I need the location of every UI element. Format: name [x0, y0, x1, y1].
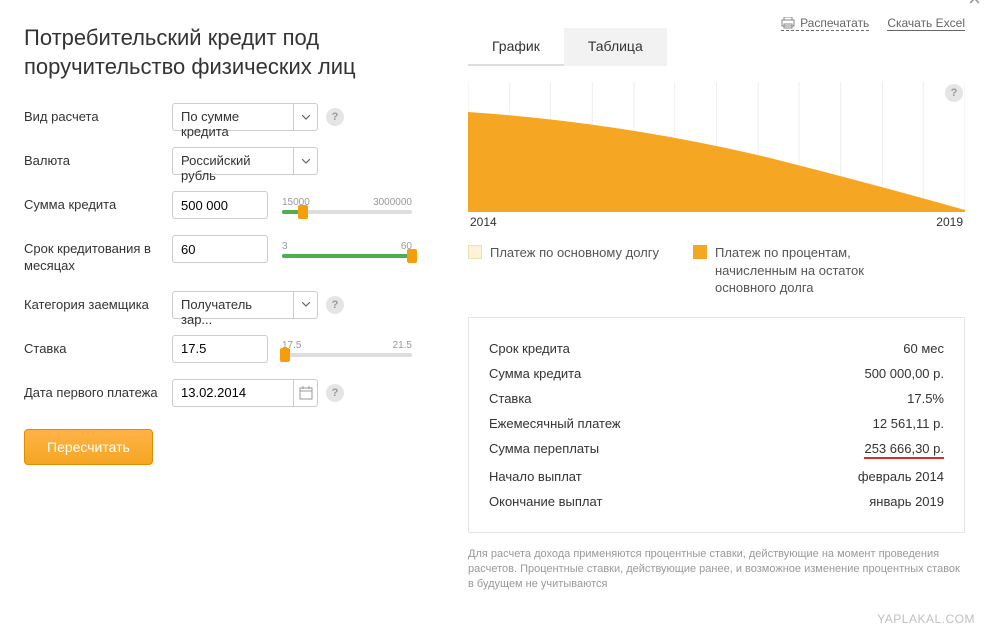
term-slider[interactable] — [282, 254, 412, 258]
amount-label: Сумма кредита — [24, 191, 172, 214]
amount-max: 3000000 — [373, 197, 412, 208]
legend-principal: Платеж по основному долгу — [490, 244, 659, 262]
summary-amount-value: 500 000,00 р. — [864, 366, 944, 381]
currency-dropdown-arrow[interactable] — [294, 147, 318, 175]
term-label: Срок кредитования в месяцах — [24, 235, 172, 275]
summary-start-value: февраль 2014 — [858, 469, 944, 484]
term-slider-thumb[interactable] — [407, 249, 417, 263]
calc-type-select[interactable]: По сумме кредита — [172, 103, 294, 131]
summary-monthly-value: 12 561,11 р. — [873, 416, 944, 431]
currency-select[interactable]: Российский рубль — [172, 147, 294, 175]
watermark: YAPLAKAL.COM — [877, 612, 975, 626]
category-select[interactable]: Получатель зар... — [172, 291, 294, 319]
help-icon[interactable]: ? — [326, 296, 344, 314]
amount-slider[interactable] — [282, 210, 412, 214]
chart-area: ? 2014 2019 — [468, 82, 965, 232]
help-icon[interactable]: ? — [326, 384, 344, 402]
rate-input[interactable] — [172, 335, 268, 363]
rate-slider-thumb[interactable] — [280, 348, 290, 362]
chart-year-end: 2019 — [936, 215, 963, 229]
summary-overpay-value: 253 666,30 р. — [864, 441, 944, 459]
tab-chart[interactable]: График — [468, 28, 564, 66]
print-link[interactable]: Распечатать — [781, 16, 869, 31]
footnote: Для расчета дохода применяются процентны… — [468, 547, 965, 593]
print-label: Распечатать — [800, 16, 869, 30]
date-input[interactable] — [172, 379, 294, 407]
legend-swatch-interest — [693, 245, 707, 259]
summary-term-value: 60 мес — [903, 341, 944, 356]
category-dropdown-arrow[interactable] — [294, 291, 318, 319]
summary-box: Срок кредита 60 мес Сумма кредита 500 000,… — [468, 317, 965, 533]
close-icon[interactable]: × — [968, 0, 981, 12]
legend-swatch-principal — [468, 245, 482, 259]
summary-rate-label: Ставка — [489, 391, 532, 406]
page-title: Потребительский кредит под поручительств… — [24, 24, 444, 81]
amount-slider-thumb[interactable] — [298, 205, 308, 219]
summary-amount-label: Сумма кредита — [489, 366, 581, 381]
help-icon[interactable]: ? — [945, 84, 963, 102]
tab-table[interactable]: Таблица — [564, 28, 667, 66]
summary-end-value: январь 2019 — [869, 494, 944, 509]
term-min: 3 — [282, 241, 288, 252]
rate-label: Ставка — [24, 335, 172, 358]
rate-slider[interactable] — [282, 353, 412, 357]
summary-rate-value: 17.5% — [907, 391, 944, 406]
calc-type-label: Вид расчета — [24, 103, 172, 126]
summary-term-label: Срок кредита — [489, 341, 570, 356]
help-icon[interactable]: ? — [326, 108, 344, 126]
summary-end-label: Окончание выплат — [489, 494, 602, 509]
term-input[interactable] — [172, 235, 268, 263]
excel-link[interactable]: Скачать Excel — [887, 16, 965, 31]
date-label: Дата первого платежа — [24, 379, 172, 402]
currency-label: Валюта — [24, 147, 172, 170]
amount-input[interactable] — [172, 191, 268, 219]
payment-chart — [468, 82, 965, 212]
calendar-icon[interactable] — [294, 379, 318, 407]
calc-type-dropdown-arrow[interactable] — [294, 103, 318, 131]
category-label: Категория заемщика — [24, 291, 172, 314]
recalculate-button[interactable]: Пересчитать — [24, 429, 153, 465]
chart-year-start: 2014 — [470, 215, 497, 229]
summary-monthly-label: Ежемесячный платеж — [489, 416, 621, 431]
printer-icon — [781, 17, 795, 29]
legend-interest: Платеж по процентам, начисленным на оста… — [715, 244, 915, 297]
summary-start-label: Начало выплат — [489, 469, 582, 484]
summary-overpay-label: Сумма переплаты — [489, 441, 599, 459]
rate-max: 21.5 — [393, 340, 412, 351]
